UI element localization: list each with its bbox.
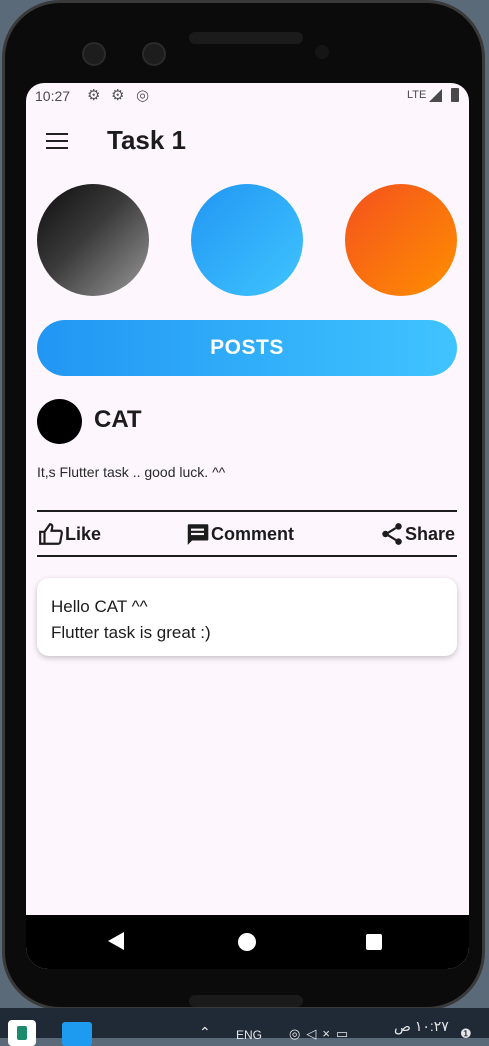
status-time: 10:27	[35, 88, 71, 104]
signal-icon	[429, 89, 442, 102]
earpiece-speaker	[189, 32, 303, 44]
menu-icon[interactable]	[46, 133, 68, 149]
share-icon	[379, 521, 405, 547]
post-text: It,s Flutter task .. good luck. ^^	[37, 464, 226, 480]
twitter-icon[interactable]	[62, 1022, 92, 1046]
home-icon[interactable]	[238, 933, 256, 951]
sync-icon: ◎	[136, 87, 150, 104]
language-indicator[interactable]: ENG	[236, 1028, 262, 1042]
bottom-speaker	[189, 995, 303, 1007]
avatar	[37, 399, 82, 444]
divider-bottom	[37, 555, 457, 557]
app-screen: 10:27 ⚙ ⚙ ◎ LTE Task 1 POSTS CAT It,s Fl…	[26, 83, 469, 969]
comment-button[interactable]: Comment	[184, 520, 294, 548]
recent-apps-icon[interactable]	[366, 934, 382, 950]
status-bar: 10:27 ⚙ ⚙ ◎ LTE	[26, 83, 469, 109]
comment-label: Comment	[211, 523, 295, 544]
divider-top	[37, 510, 457, 512]
tray-icons[interactable]: ◎◁×▭	[289, 1026, 354, 1042]
circle-orange-gradient	[345, 184, 457, 296]
taskbar-app-icon[interactable]	[8, 1020, 36, 1046]
thumb-up-icon	[37, 521, 65, 547]
app-bar: Task 1	[26, 109, 469, 173]
front-camera	[82, 42, 106, 66]
post-author: CAT	[94, 406, 142, 433]
network-type: LTE	[407, 89, 427, 101]
like-label: Like	[65, 523, 102, 544]
chevron-up-icon[interactable]: ⌃	[199, 1024, 211, 1041]
comment-icon	[184, 521, 211, 547]
share-label: Share	[405, 523, 456, 544]
phone-frame: 10:27 ⚙ ⚙ ◎ LTE Task 1 POSTS CAT It,s Fl…	[2, 0, 485, 1010]
system-nav-bar	[26, 915, 469, 969]
circle-black-gradient	[37, 184, 149, 296]
page-title: Task 1	[107, 125, 187, 155]
taskbar-clock[interactable]: ١٠:٢٧ ص	[394, 1018, 449, 1035]
circle-blue-gradient	[191, 184, 303, 296]
share-button[interactable]: Share	[379, 520, 455, 548]
posts-button[interactable]: POSTS	[37, 320, 457, 376]
front-camera-secondary	[142, 42, 166, 66]
battery-icon	[451, 88, 459, 102]
notification-icon[interactable]: ❶	[460, 1026, 472, 1042]
back-icon[interactable]	[108, 932, 124, 950]
settings-icon: ⚙	[87, 87, 101, 104]
comment-line: Flutter task is great :)	[51, 623, 211, 642]
comment-card: Hello CAT ^^ Flutter task is great :)	[37, 578, 457, 656]
comment-line: Hello CAT ^^	[51, 597, 148, 616]
proximity-sensor	[315, 45, 329, 59]
like-button[interactable]: Like	[37, 520, 101, 548]
windows-taskbar: ⌃ ENG ◎◁×▭ ١٠:٢٧ ص ❶	[0, 1008, 489, 1046]
settings-icon: ⚙	[111, 87, 125, 104]
